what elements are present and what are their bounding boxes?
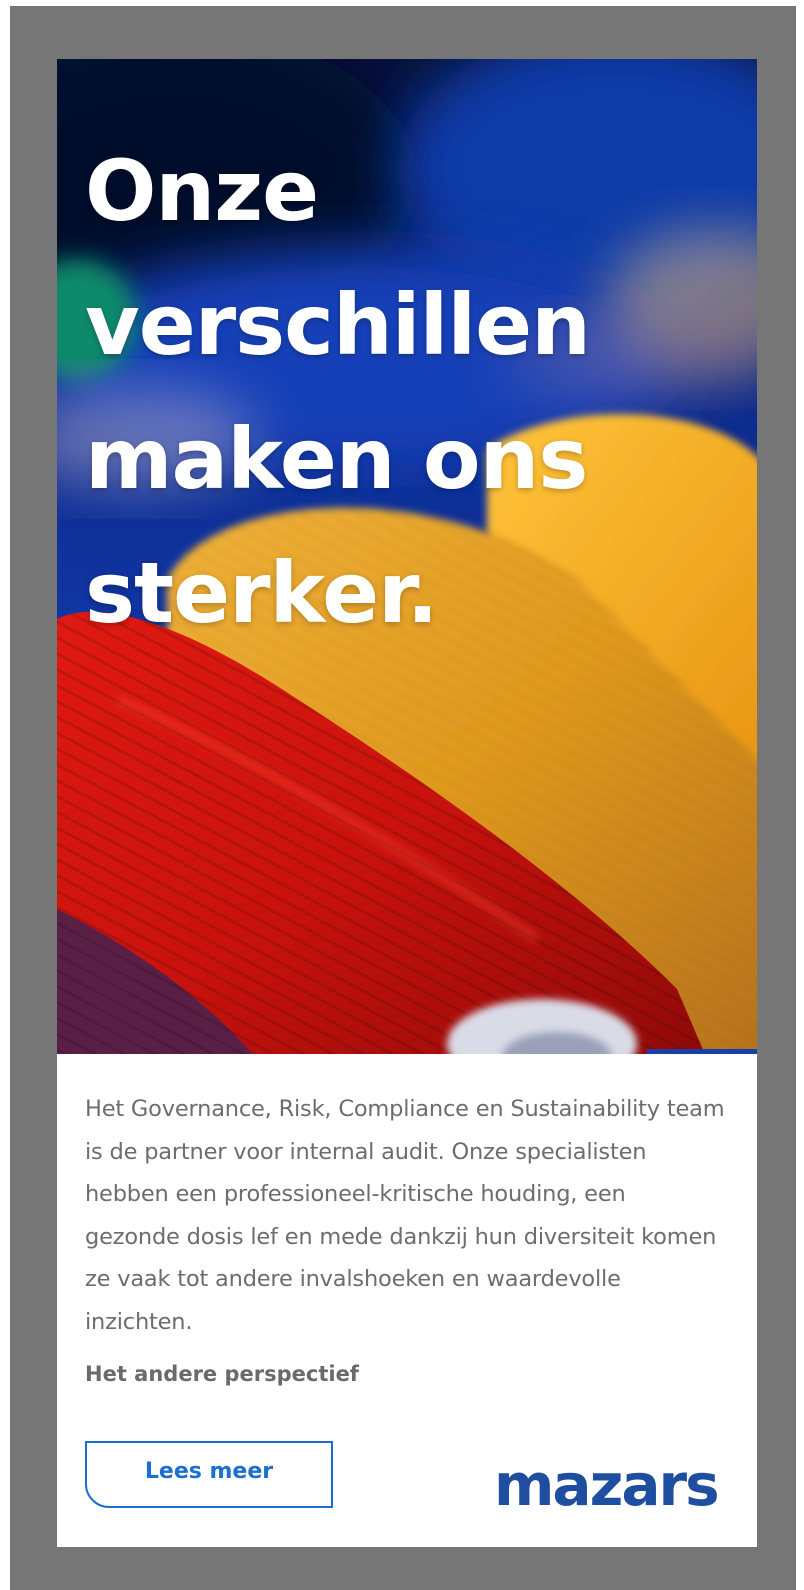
body-text: Het Governance, Risk, Compliance en Sust… [85,1096,725,1335]
hero-headline: Onze verschillen maken ons sterker. [85,124,685,660]
content-panel: Het Governance, Risk, Compliance en Sust… [57,1054,757,1547]
ad-card: Onze verschillen maken ons sterker. Het … [57,59,757,1547]
headline-line-1: Onze [85,142,319,240]
headline-line-4: sterker. [85,544,439,642]
mazars-logo: mazars [494,1451,720,1519]
hero-image: Onze verschillen maken ons sterker. [57,59,757,1054]
ad-frame: Onze verschillen maken ons sterker. Het … [10,6,796,1590]
headline-line-2: verschillen [85,276,591,374]
tagline: Het andere perspectief [85,1362,359,1386]
headline-line-3: maken ons [85,410,588,508]
lees-meer-button[interactable]: Lees meer [85,1441,333,1508]
